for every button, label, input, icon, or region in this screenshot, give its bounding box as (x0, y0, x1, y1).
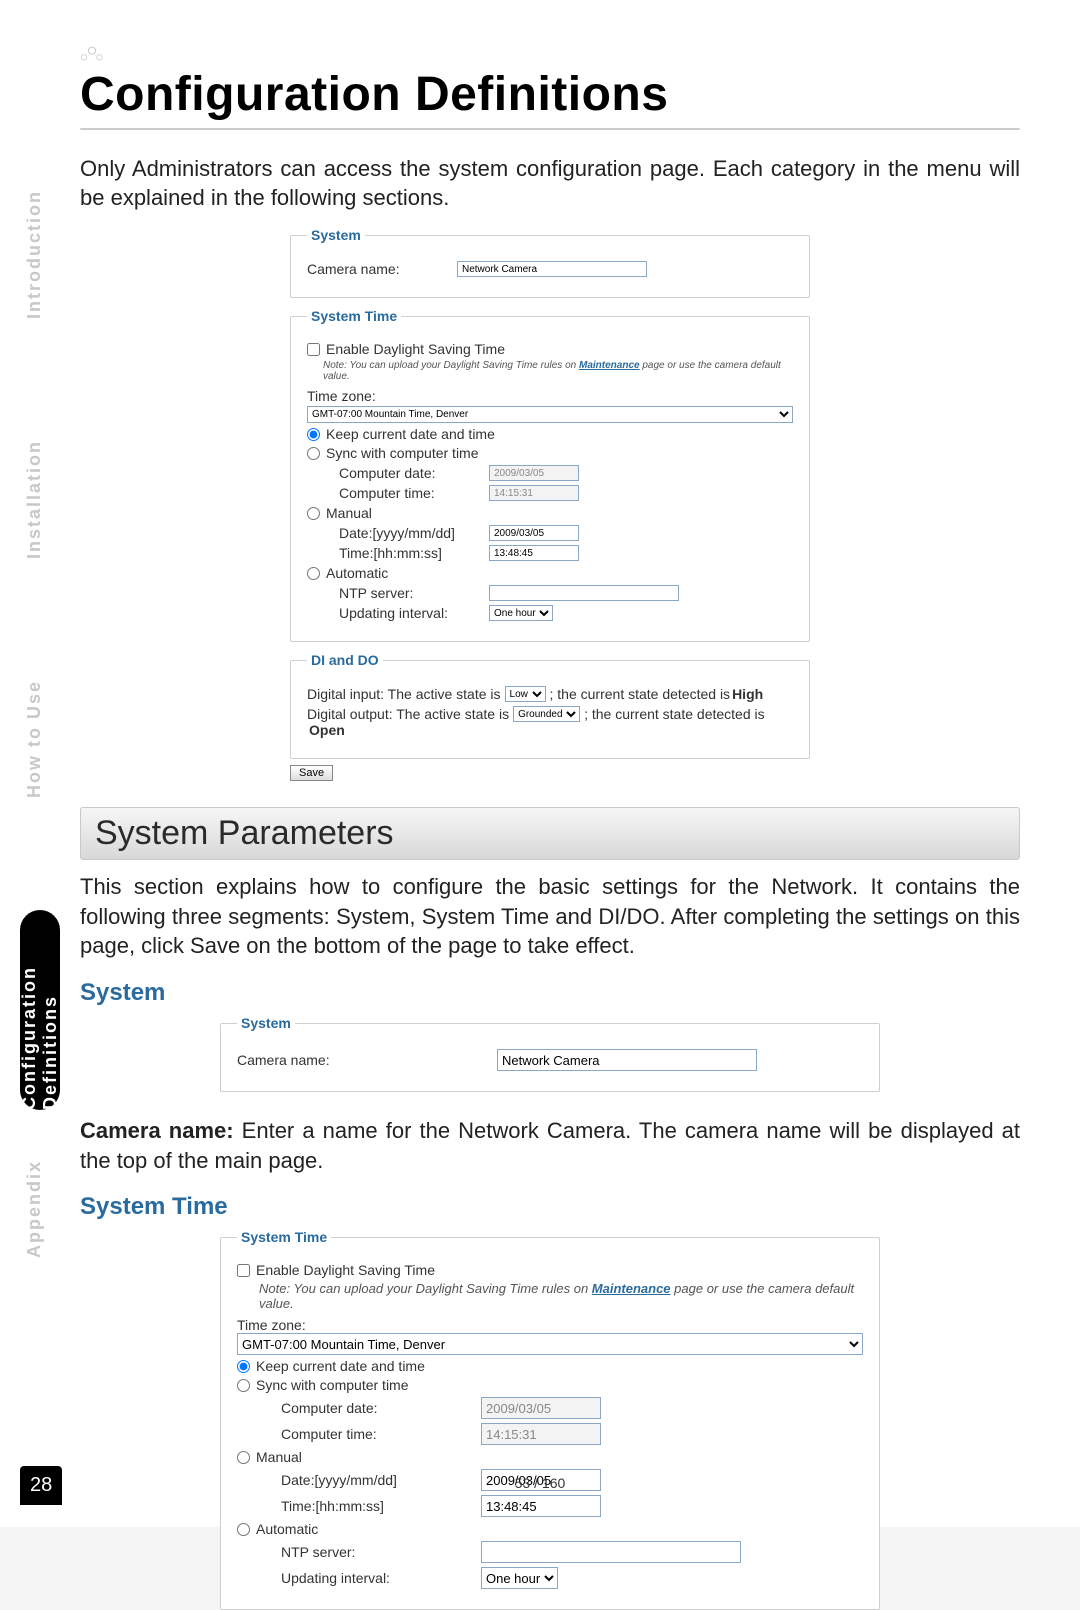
maintenance-link[interactable]: Maintenance (579, 360, 640, 371)
dst-checkbox[interactable] (307, 343, 320, 356)
timezone-label-large: Time zone: (237, 1317, 863, 1333)
computer-time-label-large: Computer time: (281, 1426, 481, 1442)
sidebar-item-installation: Installation (24, 440, 45, 559)
sidebar-item-config-active: Configuration Definitions (20, 910, 60, 1110)
system-time-panel-small: System Time Enable Daylight Saving Time … (290, 308, 810, 642)
sub-head-system-time: System Time (80, 1193, 1020, 1221)
do-pre: Digital output: The active state is (307, 706, 509, 722)
computer-date-label: Computer date: (339, 465, 489, 481)
computer-time-value (489, 485, 579, 501)
system-legend-large: System (237, 1015, 295, 1031)
system-panel-large: System Camera name: (220, 1015, 880, 1092)
radio-auto-label: Automatic (326, 565, 388, 581)
radio-sync[interactable] (307, 447, 320, 460)
computer-time-value-large (481, 1423, 601, 1445)
manual-time-label-large: Time:[hh:mm:ss] (281, 1498, 481, 1514)
di-state: High (732, 686, 763, 702)
page-title: Configuration Definitions (80, 67, 1020, 122)
do-post: ; the current state detected is (584, 706, 765, 722)
intro-text: Only Administrators can access the syste… (80, 154, 1020, 213)
do-select[interactable]: Grounded (513, 706, 580, 722)
system-legend: System (307, 227, 365, 243)
do-state: Open (309, 722, 345, 738)
book-page-number: 28 (20, 1466, 62, 1505)
radio-auto[interactable] (307, 567, 320, 580)
decorative-dots-icon: ○○○ (80, 40, 1020, 65)
radio-manual-large[interactable] (237, 1451, 250, 1464)
system-panel-small: System Camera name: (290, 227, 810, 298)
radio-auto-label-large: Automatic (256, 1521, 318, 1537)
dst-label-large: Enable Daylight Saving Time (256, 1262, 435, 1278)
timezone-label: Time zone: (307, 388, 793, 404)
sidebar-item-intro: Introduction (24, 190, 45, 319)
radio-manual-label-large: Manual (256, 1449, 302, 1465)
dst-note: Note: You can upload your Daylight Savin… (323, 360, 793, 382)
computer-date-value-large (481, 1397, 601, 1419)
upd-select-large[interactable]: One hour (481, 1567, 558, 1589)
radio-manual[interactable] (307, 507, 320, 520)
title-divider (80, 128, 1020, 130)
sidebar-item-howto: How to Use (24, 680, 45, 798)
camera-name-input-large[interactable] (497, 1049, 757, 1071)
section-bar: System Parameters (80, 807, 1020, 860)
radio-sync-label: Sync with computer time (326, 445, 479, 461)
manual-date-input[interactable] (489, 525, 579, 541)
camera-name-input[interactable] (457, 261, 647, 277)
radio-keep-large[interactable] (237, 1360, 250, 1373)
save-button[interactable]: Save (290, 765, 333, 781)
section-title: System Parameters (95, 814, 1005, 853)
manual-date-label: Date:[yyyy/mm/dd] (339, 525, 489, 541)
sidebar-item-appendix: Appendix (24, 1160, 45, 1258)
camera-name-label-large: Camera name: (237, 1052, 497, 1068)
system-time-legend-large: System Time (237, 1229, 331, 1245)
computer-date-label-large: Computer date: (281, 1400, 481, 1416)
computer-time-label: Computer time: (339, 485, 489, 501)
upd-label-large: Updating interval: (281, 1570, 481, 1586)
camera-name-label: Camera name: (307, 261, 457, 277)
dst-checkbox-large[interactable] (237, 1264, 250, 1277)
system-time-legend: System Time (307, 308, 401, 324)
dst-note-large: Note: You can upload your Daylight Savin… (259, 1281, 863, 1311)
timezone-select[interactable]: GMT-07:00 Mountain Time, Denver (307, 406, 793, 423)
camera-name-para: Camera name: Enter a name for the Networ… (80, 1116, 1020, 1175)
manual-time-input-large[interactable] (481, 1495, 601, 1517)
maintenance-link-large[interactable]: Maintenance (592, 1281, 671, 1296)
ntp-input[interactable] (489, 585, 679, 601)
manual-time-label: Time:[hh:mm:ss] (339, 545, 489, 561)
sidebar: Introduction Installation How to Use Con… (0, 0, 70, 1527)
dido-legend: DI and DO (307, 652, 383, 668)
di-select[interactable]: Low (505, 686, 546, 702)
radio-keep[interactable] (307, 428, 320, 441)
timezone-select-large[interactable]: GMT-07:00 Mountain Time, Denver (237, 1333, 863, 1355)
upd-select[interactable]: One hour (489, 605, 553, 621)
radio-auto-large[interactable] (237, 1523, 250, 1536)
radio-manual-label: Manual (326, 505, 372, 521)
ntp-label-large: NTP server: (281, 1544, 481, 1560)
computer-date-value (489, 465, 579, 481)
upd-label: Updating interval: (339, 605, 489, 621)
radio-keep-label-large: Keep current date and time (256, 1358, 425, 1374)
ntp-label: NTP server: (339, 585, 489, 601)
manual-time-input[interactable] (489, 545, 579, 561)
di-post: ; the current state detected is (550, 686, 731, 702)
page-of-footer: 53 / 160 (0, 1475, 1080, 1491)
di-do-panel: DI and DO Digital input: The active stat… (290, 652, 810, 759)
ntp-input-large[interactable] (481, 1541, 741, 1563)
radio-sync-large[interactable] (237, 1379, 250, 1392)
radio-sync-label-large: Sync with computer time (256, 1377, 409, 1393)
sub-head-system: System (80, 979, 1020, 1007)
radio-keep-label: Keep current date and time (326, 426, 495, 442)
di-pre: Digital input: The active state is (307, 686, 501, 702)
dst-label: Enable Daylight Saving Time (326, 341, 505, 357)
system-time-panel-large: System Time Enable Daylight Saving Time … (220, 1229, 880, 1610)
section-body: This section explains how to configure t… (80, 872, 1020, 961)
